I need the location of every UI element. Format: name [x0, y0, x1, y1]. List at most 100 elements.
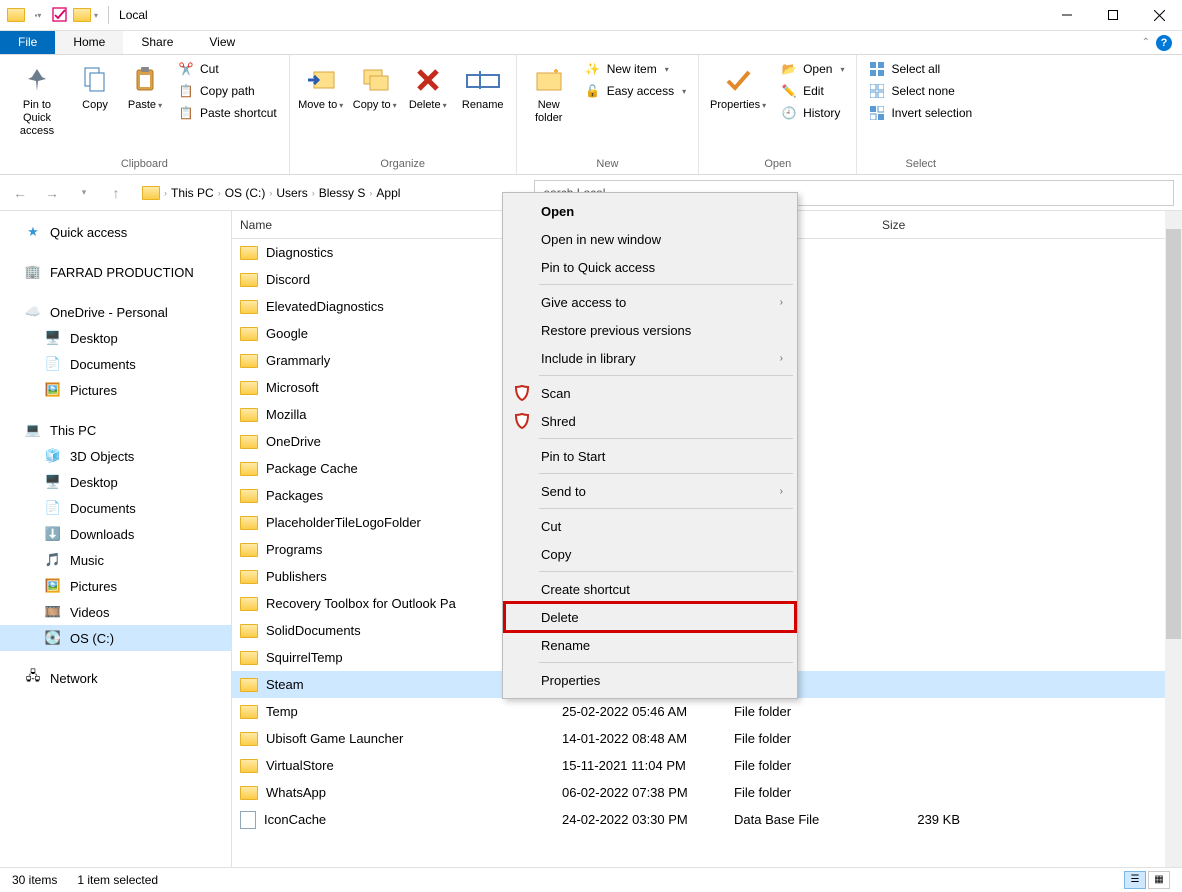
scrollbar-thumb[interactable] — [1166, 229, 1181, 639]
breadcrumb-item[interactable]: This PC› — [171, 186, 221, 200]
pictures-icon: 🖼️ — [44, 577, 62, 595]
label: Copy — [82, 99, 108, 111]
navpane-desktop[interactable]: 🖥️Desktop — [0, 469, 231, 495]
cm-create-shortcut[interactable]: Create shortcut — [505, 575, 795, 603]
cm-copy[interactable]: Copy — [505, 540, 795, 568]
new-folder-button[interactable]: New folder — [523, 59, 575, 129]
file-tab[interactable]: File — [0, 31, 55, 54]
navpane-osdrive[interactable]: 💽OS (C:) — [0, 625, 231, 651]
navpane-downloads[interactable]: ⬇️Downloads — [0, 521, 231, 547]
label: Rename — [462, 99, 504, 111]
history-button[interactable]: 🕘History — [775, 103, 850, 123]
scrollbar[interactable] — [1165, 211, 1182, 867]
edit-button[interactable]: ✏️Edit — [775, 81, 850, 101]
breadcrumb-item[interactable]: Blessy S› — [319, 186, 373, 200]
help-icon[interactable]: ? — [1156, 35, 1172, 51]
properties-button[interactable]: Properties▾ — [705, 59, 771, 116]
nav-recent-dropdown[interactable]: ▾ — [72, 181, 96, 205]
cm-open[interactable]: Open — [505, 197, 795, 225]
file-row[interactable]: WhatsApp06-02-2022 07:38 PMFile folder — [232, 779, 1182, 806]
select-none-button[interactable]: Select none — [863, 81, 978, 101]
chevron-down-icon[interactable]: ▾ — [94, 11, 98, 20]
cm-restore-versions[interactable]: Restore previous versions — [505, 316, 795, 344]
breadcrumb[interactable]: › This PC› OS (C:)› Users› Blessy S› App… — [136, 180, 406, 206]
rename-button[interactable]: Rename — [456, 59, 510, 116]
cm-pin-quick-access[interactable]: Pin to Quick access — [505, 253, 795, 281]
navpane-od-documents[interactable]: 📄Documents — [0, 351, 231, 377]
navpane-onedrive[interactable]: ☁️OneDrive - Personal — [0, 299, 231, 325]
navpane-quick-access[interactable]: ★Quick access — [0, 219, 231, 245]
navpane-documents[interactable]: 📄Documents — [0, 495, 231, 521]
group-label: Clipboard — [6, 156, 283, 174]
navpane-pictures[interactable]: 🖼️Pictures — [0, 573, 231, 599]
delete-x-icon — [406, 63, 450, 97]
cm-scan[interactable]: Scan — [505, 379, 795, 407]
paste-shortcut-button[interactable]: 📋Paste shortcut — [172, 103, 283, 123]
pin-to-quick-access-button[interactable]: Pin to Quick access — [6, 59, 68, 143]
label: Copy to — [353, 99, 391, 111]
properties-checkbox-icon[interactable] — [50, 5, 70, 25]
file-row[interactable]: IconCache24-02-2022 03:30 PMData Base Fi… — [232, 806, 1182, 833]
shield-icon — [513, 384, 531, 402]
documents-icon: 📄 — [44, 355, 62, 373]
navpane-thispc[interactable]: 💻This PC — [0, 417, 231, 443]
file-size: 239 KB — [874, 812, 974, 827]
open-button[interactable]: 📂Open▾ — [775, 59, 850, 79]
qat-dropdown-icon[interactable]: ▪▾ — [28, 5, 48, 25]
tab-home[interactable]: Home — [55, 31, 123, 54]
close-button[interactable] — [1136, 0, 1182, 31]
invert-selection-button[interactable]: Invert selection — [863, 103, 978, 123]
file-row[interactable]: Temp25-02-2022 05:46 AMFile folder — [232, 698, 1182, 725]
folder-icon — [240, 516, 258, 530]
chevron-right-icon[interactable]: › — [164, 188, 167, 198]
cm-give-access[interactable]: Give access to› — [505, 288, 795, 316]
navpane-network[interactable]: 🖧Network — [0, 665, 231, 691]
tab-view[interactable]: View — [191, 31, 253, 54]
delete-button[interactable]: Delete▾ — [404, 59, 452, 116]
cm-cut[interactable]: Cut — [505, 512, 795, 540]
view-large-icons-button[interactable]: ▦ — [1148, 871, 1170, 889]
cm-delete[interactable]: Delete — [505, 603, 795, 631]
navpane-od-desktop[interactable]: 🖥️Desktop — [0, 325, 231, 351]
cm-include-library[interactable]: Include in library› — [505, 344, 795, 372]
file-date: 15-11-2021 11:04 PM — [554, 758, 726, 773]
file-row[interactable]: VirtualStore15-11-2021 11:04 PMFile fold… — [232, 752, 1182, 779]
navpane-videos[interactable]: 🎞️Videos — [0, 599, 231, 625]
breadcrumb-item[interactable]: Appl — [376, 186, 400, 200]
copy-button[interactable]: Copy — [72, 59, 118, 116]
cut-button[interactable]: ✂️Cut — [172, 59, 283, 79]
collapse-ribbon-icon[interactable]: ⌃ — [1142, 37, 1150, 48]
nav-up-button[interactable]: ↑ — [104, 181, 128, 205]
copy-path-button[interactable]: 📋Copy path — [172, 81, 283, 101]
breadcrumb-item[interactable]: Users› — [276, 186, 314, 200]
network-icon: 🖧 — [24, 669, 42, 687]
breadcrumb-item[interactable]: OS (C:)› — [225, 186, 273, 200]
navpane-music[interactable]: 🎵Music — [0, 547, 231, 573]
minimize-button[interactable] — [1044, 0, 1090, 31]
nav-back-button[interactable]: ← — [8, 181, 32, 205]
file-row[interactable]: Ubisoft Game Launcher14-01-2022 08:48 AM… — [232, 725, 1182, 752]
move-to-button[interactable]: Move to▾ — [296, 59, 346, 116]
select-all-button[interactable]: Select all — [863, 59, 978, 79]
easy-access-button[interactable]: 🔓Easy access▾ — [579, 81, 692, 101]
cm-send-to[interactable]: Send to› — [505, 477, 795, 505]
cm-open-new-window[interactable]: Open in new window — [505, 225, 795, 253]
music-icon: 🎵 — [44, 551, 62, 569]
new-item-button[interactable]: ✨New item▾ — [579, 59, 692, 79]
cm-properties[interactable]: Properties — [505, 666, 795, 694]
navpane-farrad[interactable]: 🏢FARRAD PRODUCTION — [0, 259, 231, 285]
view-details-button[interactable]: ☰ — [1124, 871, 1146, 889]
tab-share[interactable]: Share — [123, 31, 191, 54]
nav-forward-button[interactable]: → — [40, 181, 64, 205]
cm-rename[interactable]: Rename — [505, 631, 795, 659]
cm-pin-start[interactable]: Pin to Start — [505, 442, 795, 470]
file-date: 24-02-2022 03:30 PM — [554, 812, 726, 827]
chevron-right-icon: › — [780, 486, 783, 497]
maximize-button[interactable] — [1090, 0, 1136, 31]
navpane-3dobjects[interactable]: 🧊3D Objects — [0, 443, 231, 469]
column-size[interactable]: Size — [874, 218, 974, 232]
copy-to-button[interactable]: Copy to▾ — [350, 59, 400, 116]
cm-shred[interactable]: Shred — [505, 407, 795, 435]
paste-button[interactable]: Paste▾ — [122, 59, 168, 116]
navpane-od-pictures[interactable]: 🖼️Pictures — [0, 377, 231, 403]
